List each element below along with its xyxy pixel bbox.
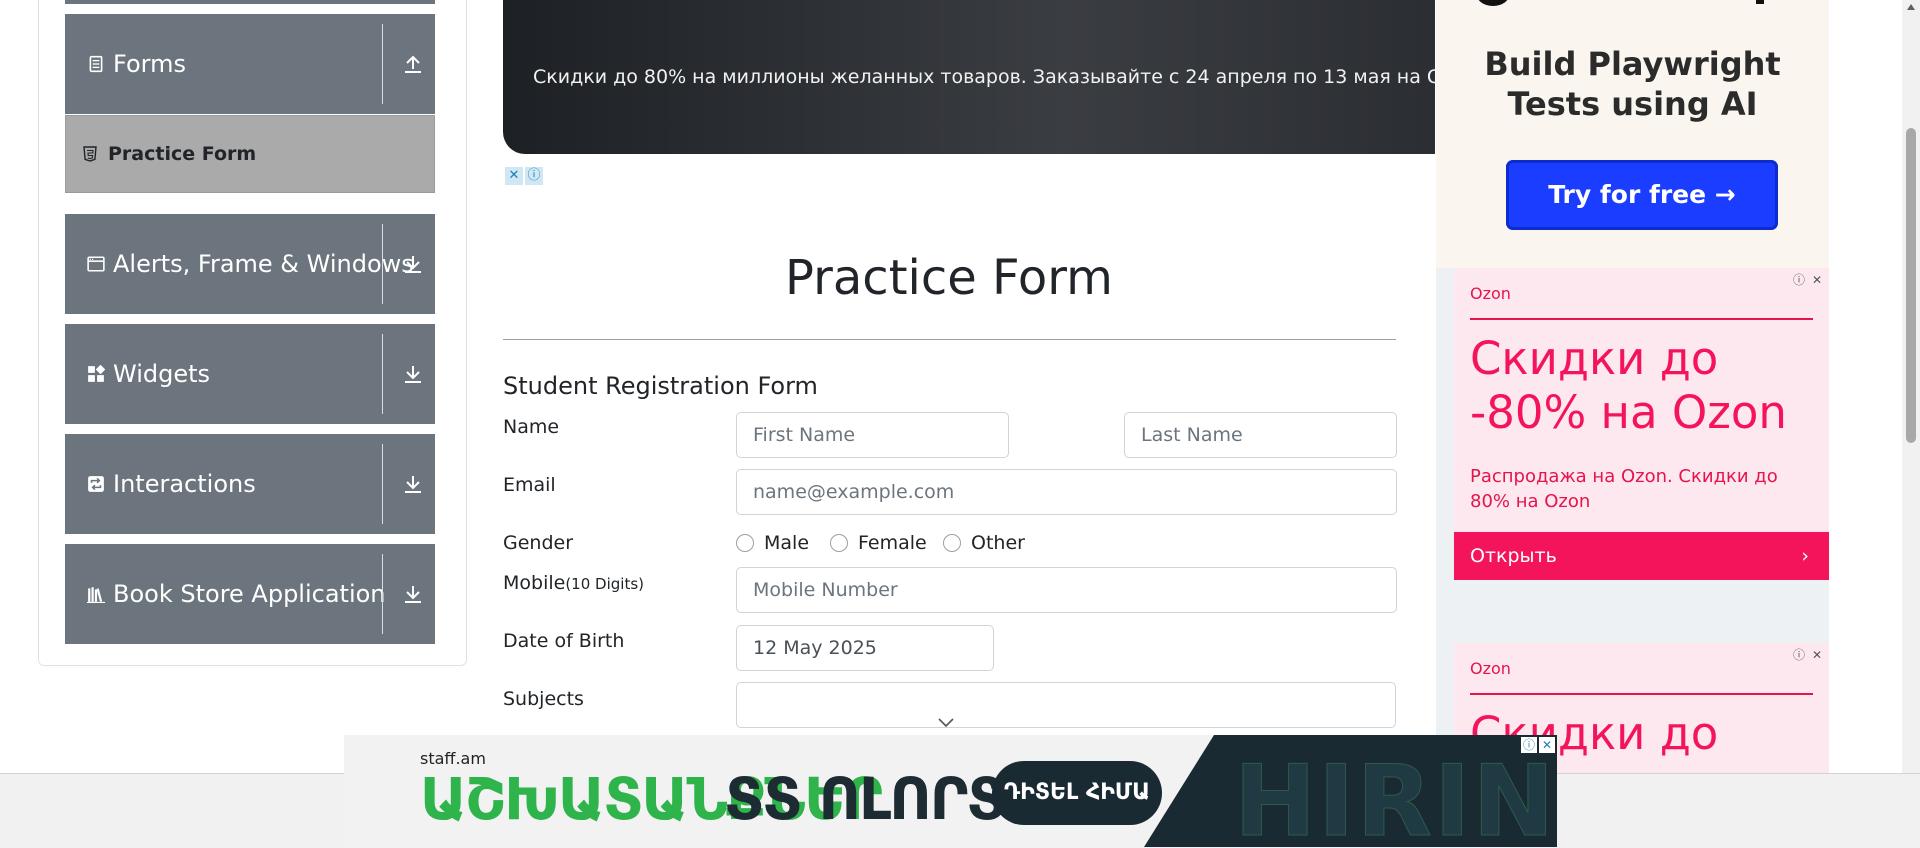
upload-arrow-icon[interactable] bbox=[401, 52, 425, 76]
divider bbox=[382, 334, 383, 414]
download-arrow-icon[interactable] bbox=[401, 362, 425, 386]
radio-circle[interactable] bbox=[943, 534, 961, 552]
mobile-input[interactable] bbox=[736, 567, 1397, 613]
radio-circle[interactable] bbox=[736, 534, 754, 552]
last-name-input[interactable] bbox=[1124, 412, 1397, 458]
close-icon[interactable]: ✕ bbox=[1809, 647, 1825, 663]
divider bbox=[382, 554, 383, 634]
download-arrow-icon[interactable] bbox=[401, 252, 425, 276]
sidebar-group-label: Alerts, Frame & Windows bbox=[113, 250, 414, 278]
gender-male-radio[interactable]: Male bbox=[736, 532, 809, 554]
ad-headline-line: -80% на Ozon bbox=[1470, 386, 1787, 439]
sidebar-group-book-store[interactable]: Book Store Application bbox=[65, 544, 435, 644]
mobile-label-text: Mobile bbox=[503, 572, 566, 594]
vertical-scrollbar[interactable] bbox=[1902, 0, 1920, 773]
top-ad-banner[interactable]: Скидки до 80% на миллионы желанных товар… bbox=[503, 0, 1435, 154]
mobile-hint: (10 Digits) bbox=[565, 575, 644, 593]
subjects-input[interactable] bbox=[736, 682, 1396, 728]
document-icon bbox=[89, 55, 103, 73]
ad-headline-line: Build Playwright bbox=[1484, 45, 1781, 83]
scroll-up-arrow-icon[interactable] bbox=[1907, 4, 1915, 10]
ad-choices[interactable]: ⓘ ✕ bbox=[1791, 647, 1825, 663]
sidebar-group-alerts[interactable]: Alerts, Frame & Windows bbox=[65, 214, 435, 314]
divider bbox=[382, 24, 383, 104]
ad-brand: Ozon bbox=[1470, 284, 1511, 303]
sidebar-group-label: Book Store Application bbox=[113, 580, 386, 608]
name-label: Name bbox=[503, 416, 560, 438]
sidebar-group-above[interactable] bbox=[65, 0, 435, 4]
open-label: Открыть bbox=[1470, 545, 1557, 567]
form-heading: Student Registration Form bbox=[503, 372, 818, 400]
ozon-ad[interactable]: ⓘ ✕ Ozon Скидки до -80% на Ozon Распрода… bbox=[1454, 268, 1829, 580]
ad-background-word: HIRING bbox=[1234, 745, 1557, 848]
bottom-ad-banner[interactable]: HIRING staff.am ԱՇԽԱՏԱՆՔՆԵՐ ՏՏ ՈԼՈՐՏՈՒՄ … bbox=[344, 735, 1557, 847]
window-icon bbox=[87, 256, 105, 272]
view-now-button[interactable]: ԴԻՏԵԼ ՀԻՄԱ bbox=[992, 761, 1162, 825]
ad-logo-icon bbox=[1476, 0, 1510, 6]
chevron-down-icon bbox=[938, 718, 954, 728]
radio-label: Other bbox=[971, 532, 1025, 554]
ad-choices[interactable]: ⓘ ✕ bbox=[1521, 737, 1555, 753]
mobile-label: Mobile(10 Digits) bbox=[503, 572, 644, 594]
books-icon bbox=[87, 587, 105, 603]
ad-headline: Скидки до -80% на Ozon bbox=[1470, 332, 1787, 440]
sidebar-group-label: Forms bbox=[113, 50, 186, 78]
divider bbox=[1470, 693, 1813, 695]
divider bbox=[1470, 318, 1813, 320]
close-icon[interactable]: ✕ bbox=[1539, 737, 1555, 753]
gender-other-radio[interactable]: Other bbox=[943, 532, 1025, 554]
page-title: Practice Form bbox=[785, 250, 1113, 306]
info-icon[interactable]: ⓘ bbox=[525, 167, 543, 185]
download-arrow-icon[interactable] bbox=[401, 582, 425, 606]
ad-headline-line: Tests using AI bbox=[1507, 85, 1758, 123]
sidebar-group-label: Interactions bbox=[113, 470, 256, 498]
dob-label: Date of Birth bbox=[503, 630, 625, 652]
sidebar-group-label: Widgets bbox=[113, 360, 211, 388]
email-label: Email bbox=[503, 474, 556, 496]
sidebar-group-forms[interactable]: Forms bbox=[65, 14, 435, 114]
open-button[interactable]: Открыть › bbox=[1454, 532, 1829, 580]
ad-choices[interactable]: ⓘ ✕ bbox=[1791, 272, 1825, 288]
ad-text: Скидки до 80% на миллионы желанных товар… bbox=[533, 66, 1435, 88]
ad-headline: Build Playwright Tests using AI bbox=[1436, 44, 1829, 124]
ad-headline-line: Скидки до bbox=[1470, 332, 1719, 385]
widgets-icon bbox=[88, 365, 105, 382]
sidebar-group-widgets[interactable]: Widgets bbox=[65, 324, 435, 424]
info-icon[interactable]: ⓘ bbox=[1521, 737, 1537, 753]
ad-choices[interactable]: ✕ ⓘ bbox=[505, 167, 543, 185]
scrollbar-thumb[interactable] bbox=[1906, 128, 1916, 443]
info-icon[interactable]: ⓘ bbox=[1791, 647, 1807, 663]
gender-label: Gender bbox=[503, 532, 574, 554]
divider bbox=[382, 444, 383, 524]
radio-label: Female bbox=[858, 532, 927, 554]
try-for-free-button[interactable]: Try for free → bbox=[1506, 160, 1778, 230]
gender-female-radio[interactable]: Female bbox=[830, 532, 927, 554]
email-input[interactable] bbox=[736, 469, 1397, 515]
radio-label: Male bbox=[764, 532, 810, 554]
sidebar-item-practice-form[interactable]: Practice Form bbox=[65, 115, 435, 193]
divider bbox=[382, 224, 383, 304]
close-icon[interactable]: ✕ bbox=[1809, 272, 1825, 288]
close-icon[interactable]: ✕ bbox=[505, 167, 523, 185]
info-icon[interactable]: ⓘ bbox=[1791, 272, 1807, 288]
ad-description: Распродажа на Ozon. Скидки до 80% на Ozo… bbox=[1470, 466, 1778, 512]
date-of-birth-input[interactable] bbox=[736, 625, 994, 671]
sidebar-group-interactions[interactable]: Interactions bbox=[65, 434, 435, 534]
subjects-label: Subjects bbox=[503, 688, 584, 710]
radio-circle[interactable] bbox=[830, 534, 848, 552]
divider bbox=[503, 339, 1396, 340]
first-name-input[interactable] bbox=[736, 412, 1009, 458]
chevron-right-icon: › bbox=[1801, 545, 1809, 567]
ad-brand: Ozon bbox=[1470, 659, 1511, 678]
download-arrow-icon[interactable] bbox=[401, 472, 425, 496]
interactions-icon bbox=[88, 476, 104, 492]
playwright-ad[interactable]: Build Playwright Tests using AI Try for … bbox=[1436, 0, 1829, 268]
ad-logo-icon bbox=[1756, 0, 1764, 4]
html5-icon bbox=[83, 146, 97, 162]
sidebar-item-label: Practice Form bbox=[108, 143, 257, 165]
